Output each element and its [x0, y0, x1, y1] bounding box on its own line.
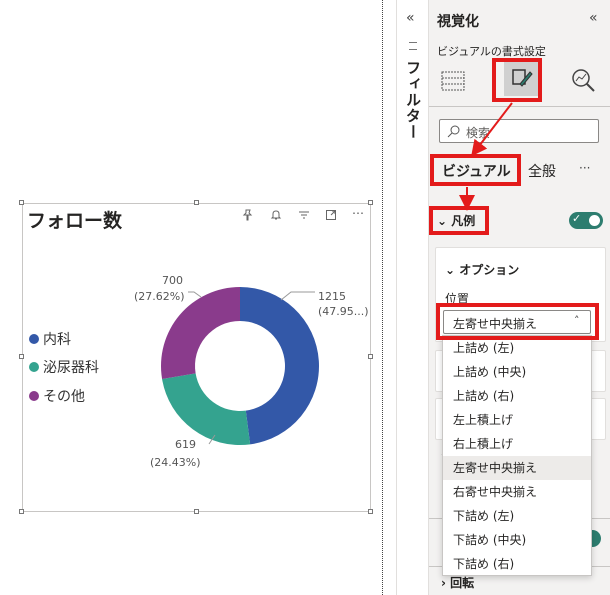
annotation-arrows [459, 102, 513, 211]
arrow-to-visual-tab [471, 102, 513, 157]
